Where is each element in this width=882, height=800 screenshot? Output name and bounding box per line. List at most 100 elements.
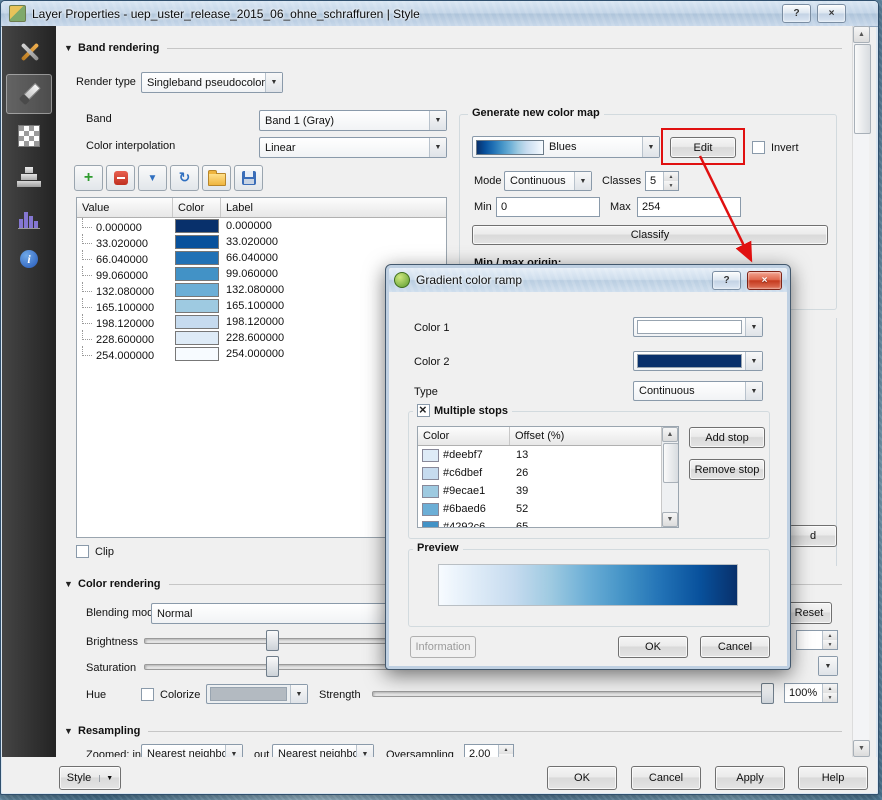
window-help-button[interactable]: ? [782, 4, 811, 23]
brightness-spin-value [797, 631, 822, 649]
scroll-down-button[interactable] [853, 740, 870, 757]
spin-up-icon[interactable] [499, 745, 513, 754]
window-close-button[interactable]: × [817, 4, 846, 23]
add-stop-button[interactable]: Add stop [689, 427, 765, 448]
color-swatch [175, 331, 219, 345]
stop-row[interactable]: #c6dbef26 [418, 464, 678, 482]
load-colormap-file-button[interactable] [202, 165, 231, 191]
strength-spinbox[interactable]: 100% [784, 683, 838, 703]
label-column-header[interactable]: Label [221, 198, 446, 217]
brightness-slider[interactable] [144, 630, 398, 649]
slider-thumb[interactable] [266, 656, 279, 677]
sidebar-item-general[interactable] [7, 33, 51, 71]
stop-row[interactable]: #9ecae139 [418, 482, 678, 500]
stop-offset-cell: 39 [510, 482, 678, 500]
stops-table-scrollbar[interactable] [661, 427, 678, 527]
stop-row[interactable]: #6baed652 [418, 500, 678, 518]
sidebar-item-style[interactable] [6, 74, 52, 114]
remove-stop-button[interactable]: Remove stop [689, 459, 765, 480]
dialog-icon [394, 272, 410, 288]
band-table-row[interactable]: 0.0000000.000000 [77, 218, 446, 234]
cancel-button[interactable]: Cancel [631, 766, 701, 790]
dialog-cancel-button[interactable]: Cancel [700, 636, 770, 658]
brightness-spinbox-fragment[interactable] [796, 630, 838, 650]
saturation-slider[interactable] [144, 656, 398, 675]
tree-branch-icon [82, 250, 92, 260]
saturation-label: Saturation [86, 662, 136, 674]
stops-table[interactable]: Color Offset (%) #deebf713#c6dbef26#9eca… [417, 426, 679, 528]
resampling-section-header[interactable]: Resampling [64, 723, 842, 739]
add-value-button[interactable] [74, 165, 103, 191]
clip-checkbox[interactable] [76, 545, 89, 558]
stop-row[interactable]: #deebf713 [418, 446, 678, 464]
stop-row[interactable]: #4292c665 [418, 518, 678, 528]
scrollbar-thumb[interactable] [663, 443, 679, 483]
band-table-row[interactable]: 33.02000033.020000 [77, 234, 446, 250]
stops-color-column-header[interactable]: Color [418, 427, 510, 445]
oversampling-spinbox[interactable]: 2.00 [464, 744, 514, 757]
remove-value-button[interactable] [106, 165, 135, 191]
min-input[interactable]: 0 [496, 197, 600, 217]
color1-combo[interactable] [633, 317, 763, 337]
vertical-scrollbar[interactable] [852, 26, 869, 757]
color-swatch [175, 283, 219, 297]
apply-label: Apply [736, 772, 764, 784]
zoomed-out-combo[interactable]: Nearest neighbour [272, 744, 374, 757]
band-combo[interactable]: Band 1 (Gray) [259, 110, 447, 131]
slider-thumb[interactable] [761, 683, 774, 704]
colorize-checkbox[interactable] [141, 688, 154, 701]
refresh-values-button[interactable] [170, 165, 199, 191]
dialog-ok-button[interactable]: OK [618, 636, 688, 658]
preview-group: Preview [408, 549, 770, 627]
color2-combo[interactable] [633, 351, 763, 371]
band-rendering-section-header[interactable]: Band rendering [64, 40, 842, 56]
stop-color-cell: #9ecae1 [418, 482, 510, 500]
multiple-stops-checkbox[interactable] [417, 404, 430, 417]
value-column-header[interactable]: Value [77, 198, 173, 217]
max-label: Max [610, 201, 631, 213]
window-titlebar[interactable]: Layer Properties - uep_uster_release_201… [1, 1, 878, 27]
sort-values-button[interactable] [138, 165, 167, 191]
scroll-down-button[interactable] [662, 512, 678, 527]
colorize-color-combo[interactable] [206, 684, 308, 704]
sidebar-item-pyramids[interactable] [7, 158, 51, 196]
sidebar-item-histogram[interactable] [7, 199, 51, 237]
help-button[interactable]: Help [798, 766, 868, 790]
spin-up-icon[interactable] [823, 631, 837, 640]
scroll-up-button[interactable] [662, 427, 678, 442]
zoomed-in-combo[interactable]: Nearest neighbour [141, 744, 243, 757]
colormap-table-header: Value Color Label [77, 198, 446, 218]
stops-offset-column-header[interactable]: Offset (%) [510, 427, 678, 445]
reset-button[interactable]: Reset [786, 602, 832, 624]
scroll-up-button[interactable] [853, 26, 870, 43]
ramp-type-combo[interactable]: Continuous [633, 381, 763, 401]
strength-slider[interactable] [372, 683, 772, 702]
render-type-value: Singleband pseudocolor [142, 77, 265, 89]
slider-track[interactable] [372, 691, 772, 697]
tree-branch-icon [82, 314, 92, 324]
color-ramp-combo[interactable]: Blues [472, 136, 660, 158]
mode-combo[interactable]: Continuous [504, 171, 592, 191]
apply-button[interactable]: Apply [715, 766, 785, 790]
brightness-label: Brightness [86, 636, 138, 648]
spin-down-icon[interactable] [823, 640, 837, 649]
sidebar-item-transparency[interactable] [7, 117, 51, 155]
style-menu-button[interactable]: Style [59, 766, 121, 790]
information-button[interactable]: Information [410, 636, 476, 658]
sidebar-item-metadata[interactable] [7, 240, 51, 278]
spin-down-icon[interactable] [823, 693, 837, 702]
spin-up-icon[interactable] [823, 684, 837, 693]
color-interpolation-combo[interactable]: Linear [259, 137, 447, 158]
load-button-fragment[interactable]: d [789, 525, 837, 547]
band-row-color [173, 266, 221, 282]
slider-thumb[interactable] [266, 630, 279, 651]
color-column-header[interactable]: Color [173, 198, 221, 217]
grayscale-combo-fragment[interactable] [818, 656, 838, 676]
render-type-combo[interactable]: Singleband pseudocolor [141, 72, 283, 93]
ok-button[interactable]: OK [547, 766, 617, 790]
stop-color-cell: #c6dbef [418, 464, 510, 482]
collapse-arrow-icon [64, 726, 78, 736]
save-colormap-file-button[interactable] [234, 165, 263, 191]
section-rule [148, 731, 842, 732]
scrollbar-thumb[interactable] [854, 44, 871, 134]
